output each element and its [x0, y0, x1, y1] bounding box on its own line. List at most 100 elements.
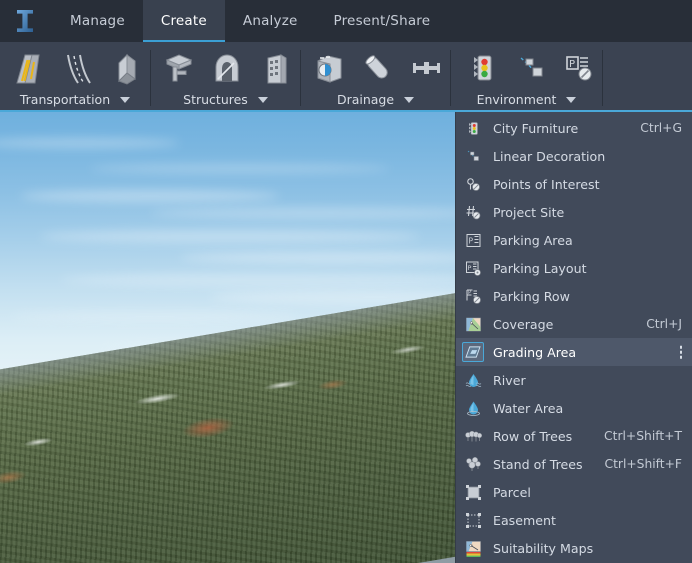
cloud-streak — [90, 164, 390, 173]
main-tab-bar: Manage Create Analyze Present/Share — [0, 0, 692, 42]
menu-item-label: Parking Row — [493, 288, 570, 304]
menu-item-points-of-interest[interactable]: Points of Interest — [456, 170, 692, 198]
ribbon-group-drainage-label[interactable]: Drainage — [301, 92, 450, 107]
menu-item-project-site[interactable]: Project Site — [456, 198, 692, 226]
menu-item-water-area[interactable]: Water Area — [456, 394, 692, 422]
outfall-icon[interactable] — [402, 48, 450, 88]
menu-item-shortcut: Ctrl+J — [646, 317, 682, 331]
menu-item-shortcut: Ctrl+G — [640, 121, 682, 135]
environment-dropdown-menu[interactable]: City Furniture Ctrl+G Linear Decoration — [455, 112, 692, 563]
cloud-streak — [180, 252, 480, 263]
menu-item-river[interactable]: River — [456, 366, 692, 394]
label-text: Transportation — [19, 92, 111, 107]
menu-item-grading-area[interactable]: Grading Area — [456, 338, 692, 366]
menu-item-linear-decoration[interactable]: Linear Decoration — [456, 142, 692, 170]
cloud-streak — [60, 274, 480, 286]
menu-item-label: City Furniture — [493, 120, 579, 136]
menu-item-label: Points of Interest — [493, 176, 600, 192]
parking-row-icon: P — [461, 285, 485, 307]
menu-item-city-furniture[interactable]: City Furniture Ctrl+G — [456, 114, 692, 142]
building-icon[interactable] — [252, 48, 300, 88]
create-ribbon: Transportation Structures Drainage P Env… — [0, 42, 692, 112]
menu-item-row-of-trees[interactable]: Row of Trees Ctrl+Shift+T — [456, 422, 692, 450]
parking-layout-icon: P — [461, 257, 485, 279]
menu-item-label: River — [493, 372, 526, 388]
tab-create[interactable]: Create — [142, 0, 225, 42]
tunnel-icon[interactable] — [203, 48, 251, 88]
menu-item-parking-area[interactable]: P Parking Area — [456, 226, 692, 254]
menu-item-label: Row of Trees — [493, 428, 573, 444]
tab-analyze[interactable]: Analyze — [225, 0, 316, 42]
bridge-icon[interactable] — [155, 48, 203, 88]
pipe-icon[interactable] — [353, 48, 401, 88]
menu-item-shortcut: Ctrl+Shift+F — [604, 457, 682, 471]
cloud-streak — [20, 190, 280, 202]
menu-item-parcel[interactable]: Parcel — [456, 478, 692, 506]
menu-item-label: Suitability Maps — [493, 540, 594, 556]
ribbon-group-structures-label[interactable]: Structures — [151, 92, 300, 107]
menu-item-label: Linear Decoration — [493, 148, 606, 164]
cloud-streak — [40, 230, 420, 243]
traffic-light-icon — [461, 117, 485, 139]
stand-of-trees-icon — [461, 453, 485, 475]
menu-item-label: Parking Area — [493, 232, 573, 248]
grading-area-icon — [462, 342, 484, 362]
water-area-icon — [461, 397, 485, 419]
chevron-down-icon[interactable] — [257, 96, 268, 103]
ribbon-group-environment: P Environment — [451, 42, 602, 112]
road-icon[interactable] — [4, 48, 53, 88]
menu-item-label: Easement — [493, 512, 556, 528]
menu-item-label: Coverage — [493, 316, 554, 332]
menu-item-label: Grading Area — [493, 344, 577, 360]
menu-item-suitability-maps[interactable]: Suitability Maps — [456, 534, 692, 562]
catchment-icon[interactable] — [305, 48, 353, 88]
label-text: Environment — [476, 92, 557, 107]
easement-icon — [461, 509, 485, 531]
retaining-wall-icon[interactable] — [101, 48, 150, 88]
menu-item-label: Water Area — [493, 400, 564, 416]
cloud-streak — [150, 208, 480, 218]
linear-decoration-icon — [461, 145, 485, 167]
label-text: Drainage — [336, 92, 395, 107]
ribbon-group-environment-label[interactable]: Environment — [451, 92, 602, 107]
menu-item-label: Parking Layout — [493, 260, 587, 276]
infraworks-ibeam-logo-icon[interactable] — [10, 7, 40, 35]
linear-decoration-icon[interactable] — [507, 48, 555, 88]
svg-text:P: P — [468, 236, 473, 245]
tab-present-share[interactable]: Present/Share — [316, 0, 449, 42]
ribbon-group-structures: Structures — [151, 42, 300, 112]
ribbon-group-transportation-label[interactable]: Transportation — [0, 92, 150, 107]
ribbon-separator — [602, 50, 603, 106]
chevron-down-icon[interactable] — [566, 96, 577, 103]
svg-text:P: P — [569, 59, 575, 70]
ribbon-group-transportation: Transportation — [0, 42, 150, 112]
menu-item-parking-layout[interactable]: P Parking Layout — [456, 254, 692, 282]
svg-text:P: P — [467, 264, 471, 272]
menu-item-parking-row[interactable]: P Parking Row — [456, 282, 692, 310]
parcel-icon — [461, 481, 485, 503]
menu-item-stand-of-trees[interactable]: Stand of Trees Ctrl+Shift+F — [456, 450, 692, 478]
menu-item-label: Stand of Trees — [493, 456, 583, 472]
more-options-icon[interactable] — [679, 345, 682, 359]
traffic-light-icon[interactable] — [459, 48, 507, 88]
curved-road-icon[interactable] — [53, 48, 102, 88]
cloud-streak — [10, 312, 300, 321]
tab-present-share-label: Present/Share — [333, 13, 431, 29]
menu-item-coverage[interactable]: Coverage Ctrl+J — [456, 310, 692, 338]
menu-item-shortcut: Ctrl+Shift+T — [604, 429, 682, 443]
parking-row-icon[interactable]: P — [554, 48, 602, 88]
chevron-down-icon[interactable] — [404, 96, 415, 103]
infraworks-window: Manage Create Analyze Present/Share Tran… — [0, 0, 692, 563]
label-text: Structures — [183, 92, 248, 107]
menu-item-easement[interactable]: Easement — [456, 506, 692, 534]
tab-manage-label: Manage — [70, 13, 125, 29]
river-icon — [461, 369, 485, 391]
tab-manage[interactable]: Manage — [52, 0, 143, 42]
tab-create-label: Create — [160, 13, 207, 29]
row-of-trees-icon — [461, 425, 485, 447]
chevron-down-icon[interactable] — [120, 96, 131, 103]
tab-list: Manage Create Analyze Present/Share — [52, 0, 448, 42]
tab-analyze-label: Analyze — [242, 13, 298, 29]
menu-item-label: Project Site — [493, 204, 565, 220]
suitability-maps-icon — [461, 537, 485, 559]
